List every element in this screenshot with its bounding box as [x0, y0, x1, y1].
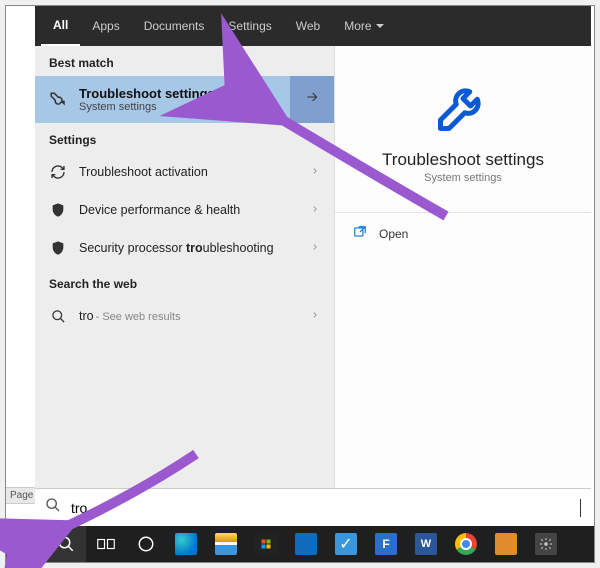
- settings-result-label: Security processor troubleshooting: [79, 241, 274, 255]
- best-match-subtitle: System settings: [79, 101, 215, 113]
- tab-documents[interactable]: Documents: [132, 6, 217, 46]
- file-explorer-icon: [215, 533, 237, 555]
- search-input-bar[interactable]: [35, 488, 591, 526]
- taskbar-app-store[interactable]: [246, 526, 286, 562]
- web-result[interactable]: tro- See web results: [35, 297, 334, 335]
- taskbar-app-settings[interactable]: [526, 526, 566, 562]
- taskbar-app-edge[interactable]: [166, 526, 206, 562]
- search-tabs: All Apps Documents Settings Web More: [35, 6, 591, 46]
- best-match-expand[interactable]: [290, 76, 334, 123]
- settings-result-device-health[interactable]: Device performance & health: [35, 191, 334, 229]
- cortana-button[interactable]: [126, 526, 166, 562]
- circle-icon: [137, 535, 155, 553]
- taskbar-app-chrome[interactable]: [446, 526, 486, 562]
- open-icon: [353, 225, 367, 242]
- chrome-icon: [455, 533, 477, 555]
- section-best-match: Best match: [35, 46, 334, 76]
- taskbar-app-explorer[interactable]: [206, 526, 246, 562]
- chevron-right-icon: [310, 203, 320, 217]
- tab-web[interactable]: Web: [284, 6, 332, 46]
- windows-search-panel: All Apps Documents Settings Web More Bes…: [35, 6, 591, 526]
- taskbar-app-generic-f[interactable]: F: [366, 526, 406, 562]
- chevron-right-icon: [310, 309, 320, 323]
- taskbar-app-word[interactable]: W: [406, 526, 446, 562]
- best-match-result[interactable]: Troubleshoot settings System settings: [35, 76, 290, 123]
- wrench-icon: [433, 76, 493, 136]
- settings-result-activation[interactable]: Troubleshoot activation: [35, 153, 334, 191]
- task-view-button[interactable]: [86, 526, 126, 562]
- search-input[interactable]: [71, 500, 570, 516]
- refresh-icon: [49, 163, 67, 181]
- best-match-title: Troubleshoot settings: [79, 86, 215, 101]
- preview-title: Troubleshoot settings: [382, 150, 544, 170]
- taskbar-search[interactable]: [46, 526, 86, 562]
- shield-icon: [49, 201, 67, 219]
- preview-open-label: Open: [379, 227, 408, 241]
- store-icon: [255, 533, 277, 555]
- section-search-web: Search the web: [35, 267, 334, 297]
- tab-settings[interactable]: Settings: [216, 6, 283, 46]
- tab-all[interactable]: All: [41, 6, 80, 46]
- mail-icon: [295, 533, 317, 555]
- taskbar-app-todo[interactable]: ✓: [326, 526, 366, 562]
- search-icon: [57, 535, 75, 553]
- section-settings: Settings: [35, 123, 334, 153]
- tab-apps[interactable]: Apps: [80, 6, 131, 46]
- app-icon: [495, 533, 517, 555]
- app-icon: F: [375, 533, 397, 555]
- gear-icon: [535, 533, 557, 555]
- settings-result-label: Troubleshoot activation: [79, 165, 208, 179]
- search-icon: [49, 307, 67, 325]
- search-icon: [45, 497, 61, 518]
- start-button[interactable]: [6, 526, 46, 562]
- chevron-right-icon: [310, 165, 320, 179]
- preview-subtitle: System settings: [424, 172, 502, 184]
- preview-pane: Troubleshoot settings System settings Op…: [335, 46, 591, 488]
- text-caret: [580, 499, 581, 517]
- wrench-icon: [49, 91, 67, 109]
- taskbar: ✓ F W: [6, 526, 594, 562]
- windows-icon: [18, 536, 34, 552]
- word-icon: W: [415, 533, 437, 555]
- chevron-right-icon: [310, 241, 320, 255]
- settings-result-security-processor[interactable]: Security processor troubleshooting: [35, 229, 334, 267]
- web-result-label: tro- See web results: [79, 309, 181, 323]
- preview-open-action[interactable]: Open: [335, 213, 591, 254]
- edge-icon: [175, 533, 197, 555]
- check-icon: ✓: [335, 533, 357, 555]
- taskbar-app-mail[interactable]: [286, 526, 326, 562]
- results-left-pane: Best match Troubleshoot settings System …: [35, 46, 335, 488]
- task-view-icon: [97, 537, 115, 551]
- taskbar-app-generic-orange[interactable]: [486, 526, 526, 562]
- tab-more[interactable]: More: [332, 6, 395, 46]
- arrow-right-icon: [304, 89, 320, 110]
- settings-result-label: Device performance & health: [79, 203, 240, 217]
- shield-icon: [49, 239, 67, 257]
